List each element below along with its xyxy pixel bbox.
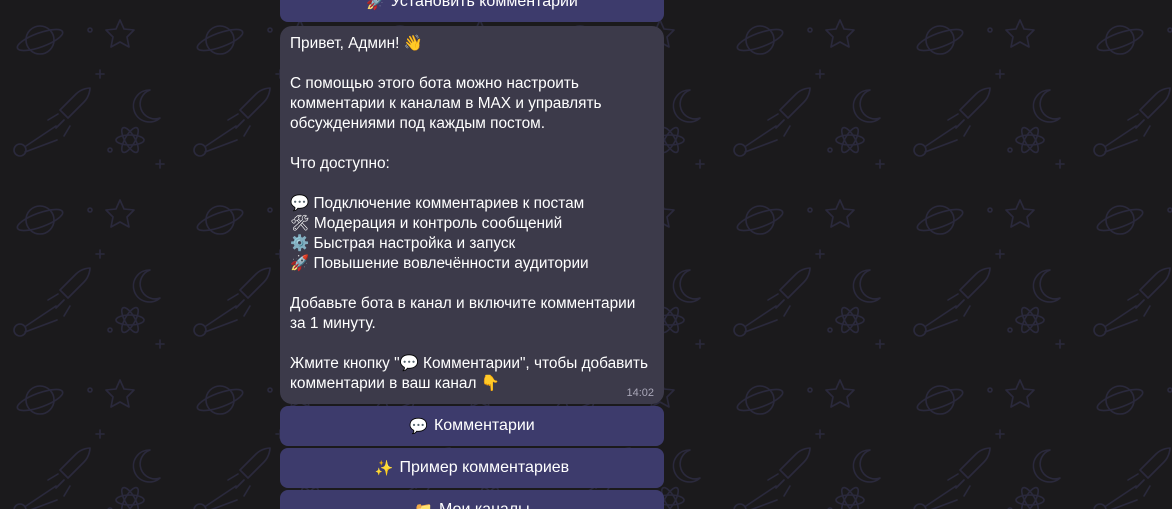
bot-message: Привет, Админ! 👋 С помощью этого бота мо…: [280, 26, 664, 404]
my-channels-button[interactable]: 📁 Мои каналы: [280, 490, 664, 509]
comments-button-label: Комментарии: [433, 417, 535, 434]
my-channels-label: Мои каналы: [439, 501, 530, 509]
comments-example-button[interactable]: ✨ Пример комментариев: [280, 448, 664, 488]
install-comments-label: Установить комментарии: [390, 0, 578, 10]
message-text: Привет, Админ! 👋 С помощью этого бота мо…: [290, 35, 648, 392]
sparkles-icon: ✨: [374, 459, 394, 477]
speech-bubble-icon: 💬: [409, 417, 428, 435]
rocket-icon: 🚀: [366, 0, 385, 11]
comments-button[interactable]: 💬 Комментарии: [280, 406, 664, 446]
chat-background: 🚀 Установить комментарии Привет, Админ! …: [0, 0, 1172, 509]
install-comments-button[interactable]: 🚀 Установить комментарии: [280, 0, 664, 22]
comments-example-label: Пример комментариев: [399, 459, 570, 476]
message-time: 14:02: [626, 387, 654, 399]
folder-icon: 📁: [414, 501, 433, 509]
